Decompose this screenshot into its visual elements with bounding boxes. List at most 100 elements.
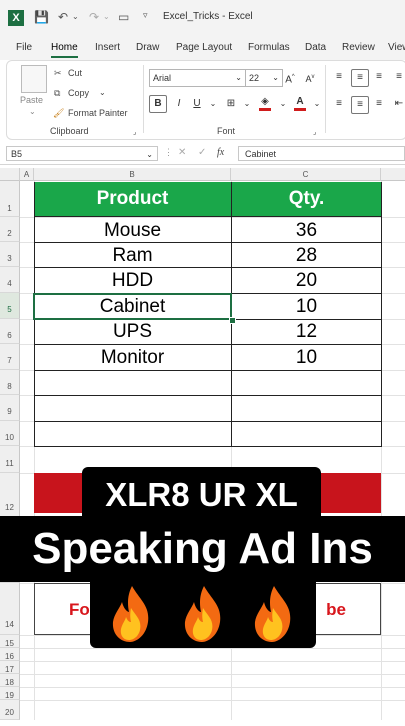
font-size-select[interactable]: 22 ⌄ bbox=[245, 69, 283, 87]
row-header[interactable]: 8 bbox=[0, 370, 20, 395]
product-cell[interactable]: UPS bbox=[34, 319, 231, 344]
wrap-text-icon[interactable]: ≡ bbox=[391, 69, 405, 85]
save-icon[interactable]: 💾 bbox=[34, 10, 49, 24]
undo-dropdown-icon[interactable]: ⌄ bbox=[72, 12, 79, 21]
column-header-d[interactable] bbox=[381, 168, 405, 181]
row-header[interactable]: 6 bbox=[0, 319, 20, 344]
qty-cell[interactable]: 10 bbox=[232, 294, 381, 319]
chevron-down-icon: ⌄ bbox=[235, 73, 242, 82]
qty-cell[interactable]: 28 bbox=[232, 243, 381, 268]
active-cell-selection bbox=[33, 293, 232, 320]
product-cell[interactable]: Monitor bbox=[34, 345, 231, 370]
redo-dropdown-icon[interactable]: ⌄ bbox=[103, 12, 110, 21]
product-cell[interactable]: HDD bbox=[34, 268, 231, 293]
paste-dropdown-icon[interactable]: ⌄ bbox=[29, 107, 36, 116]
product-cell[interactable]: Ram bbox=[34, 243, 231, 268]
paste-button-label[interactable]: Paste bbox=[20, 95, 43, 105]
underline-dropdown-icon[interactable]: ⌄ bbox=[205, 96, 221, 112]
undo-icon[interactable]: ↶ bbox=[58, 10, 68, 24]
redo-icon[interactable]: ↷ bbox=[89, 10, 99, 24]
more-options-icon[interactable]: ⋮ bbox=[164, 147, 173, 158]
tab-draw[interactable]: Draw bbox=[136, 42, 159, 53]
format-painter-button[interactable]: Format Painter bbox=[68, 108, 128, 118]
product-cell[interactable]: Mouse bbox=[34, 218, 231, 243]
row-header[interactable]: 7 bbox=[0, 344, 20, 370]
tab-page-layout[interactable]: Page Layout bbox=[176, 42, 232, 53]
cut-icon[interactable]: ✂ bbox=[54, 68, 62, 79]
row-header[interactable]: 4 bbox=[0, 267, 20, 293]
align-center-icon[interactable]: ≡ bbox=[351, 96, 369, 114]
row-header[interactable]: 19 bbox=[0, 687, 20, 700]
touch-mode-icon[interactable]: ▭ bbox=[118, 10, 129, 24]
row-header[interactable]: 10 bbox=[0, 421, 20, 446]
align-right-icon[interactable]: ≡ bbox=[371, 96, 387, 112]
caption-line-1: XLR8 UR XL bbox=[82, 467, 321, 523]
copy-icon[interactable]: ⧉ bbox=[54, 88, 60, 99]
enter-icon[interactable]: ✓ bbox=[198, 147, 206, 158]
borders-icon[interactable]: ⊞ bbox=[223, 96, 239, 112]
tab-view[interactable]: View bbox=[388, 42, 405, 53]
bold-button[interactable]: B bbox=[149, 95, 167, 113]
subscribe-text-right: be bbox=[326, 600, 346, 619]
row-header[interactable]: 15 bbox=[0, 635, 20, 648]
name-box[interactable]: B5 ⌄ bbox=[6, 146, 158, 161]
align-top-icon[interactable]: ≡ bbox=[331, 69, 347, 85]
tab-formulas[interactable]: Formulas bbox=[248, 42, 290, 53]
column-header-a[interactable]: A bbox=[20, 168, 34, 181]
tab-data[interactable]: Data bbox=[305, 42, 326, 53]
align-middle-icon[interactable]: ≡ bbox=[351, 69, 369, 87]
font-color-icon[interactable]: A bbox=[292, 94, 308, 111]
font-color-dropdown-icon[interactable]: ⌄ bbox=[309, 96, 325, 112]
align-left-icon[interactable]: ≡ bbox=[331, 96, 347, 112]
font-name-select[interactable]: Arial ⌄ bbox=[149, 69, 246, 87]
qty-cell[interactable]: 20 bbox=[232, 268, 381, 293]
row-header[interactable]: 3 bbox=[0, 242, 20, 267]
row-header[interactable]: 17 bbox=[0, 661, 20, 674]
tab-file[interactable]: File bbox=[16, 42, 32, 53]
qty-cell[interactable]: 10 bbox=[232, 345, 381, 370]
copy-dropdown-icon[interactable]: ⌄ bbox=[99, 88, 106, 97]
indent-icon[interactable]: ⇤ bbox=[391, 96, 405, 112]
paste-icon[interactable] bbox=[21, 65, 47, 93]
column-header-c[interactable]: C bbox=[231, 168, 381, 181]
tab-insert[interactable]: Insert bbox=[95, 42, 120, 53]
ribbon-tabs: File Home Insert Draw Page Layout Formul… bbox=[0, 36, 405, 60]
clipboard-launcher-icon[interactable]: ⌟ bbox=[133, 128, 136, 136]
grow-font-icon[interactable]: A^ bbox=[282, 69, 298, 85]
fill-color-icon[interactable]: ◈ bbox=[257, 94, 273, 111]
table-header-product[interactable]: Product bbox=[34, 182, 231, 216]
cancel-icon[interactable]: ✕ bbox=[178, 147, 186, 158]
customize-toolbar-icon[interactable]: ▿ bbox=[143, 10, 148, 21]
formula-input[interactable]: Cabinet bbox=[238, 146, 405, 161]
cut-button[interactable]: Cut bbox=[68, 68, 82, 78]
align-bottom-icon[interactable]: ≡ bbox=[371, 69, 387, 85]
row-header[interactable]: 1 bbox=[0, 181, 20, 217]
name-box-value: B5 bbox=[11, 149, 23, 159]
insert-function-icon[interactable]: fx bbox=[217, 147, 224, 158]
tab-home[interactable]: Home bbox=[51, 42, 78, 58]
copy-button[interactable]: Copy bbox=[68, 88, 89, 98]
row-header[interactable]: 18 bbox=[0, 674, 20, 687]
row-header[interactable]: 9 bbox=[0, 395, 20, 421]
borders-dropdown-icon[interactable]: ⌄ bbox=[239, 96, 255, 112]
tab-review[interactable]: Review bbox=[342, 42, 375, 53]
select-all-corner[interactable] bbox=[0, 168, 20, 181]
row-header-active[interactable]: 5 bbox=[0, 293, 20, 319]
row-header[interactable]: 12 bbox=[0, 473, 20, 518]
font-launcher-icon[interactable]: ⌟ bbox=[313, 128, 316, 136]
column-header-b[interactable]: B bbox=[34, 168, 231, 181]
qty-cell[interactable]: 36 bbox=[232, 218, 381, 243]
row-header[interactable]: 2 bbox=[0, 217, 20, 242]
row-header[interactable]: 20 bbox=[0, 700, 20, 720]
fill-color-dropdown-icon[interactable]: ⌄ bbox=[275, 96, 291, 112]
qty-cell[interactable]: 12 bbox=[232, 319, 381, 344]
table-header-qty[interactable]: Qty. bbox=[232, 182, 381, 216]
row-header[interactable]: 16 bbox=[0, 648, 20, 661]
fill-handle[interactable] bbox=[229, 317, 236, 324]
row-header[interactable]: 11 bbox=[0, 446, 20, 473]
underline-button[interactable]: U bbox=[189, 96, 205, 112]
format-painter-icon[interactable]: 🖌 bbox=[53, 108, 64, 119]
row-header[interactable]: 14 bbox=[0, 583, 20, 635]
shrink-font-icon[interactable]: Av bbox=[302, 69, 318, 85]
italic-button[interactable]: I bbox=[171, 96, 187, 112]
